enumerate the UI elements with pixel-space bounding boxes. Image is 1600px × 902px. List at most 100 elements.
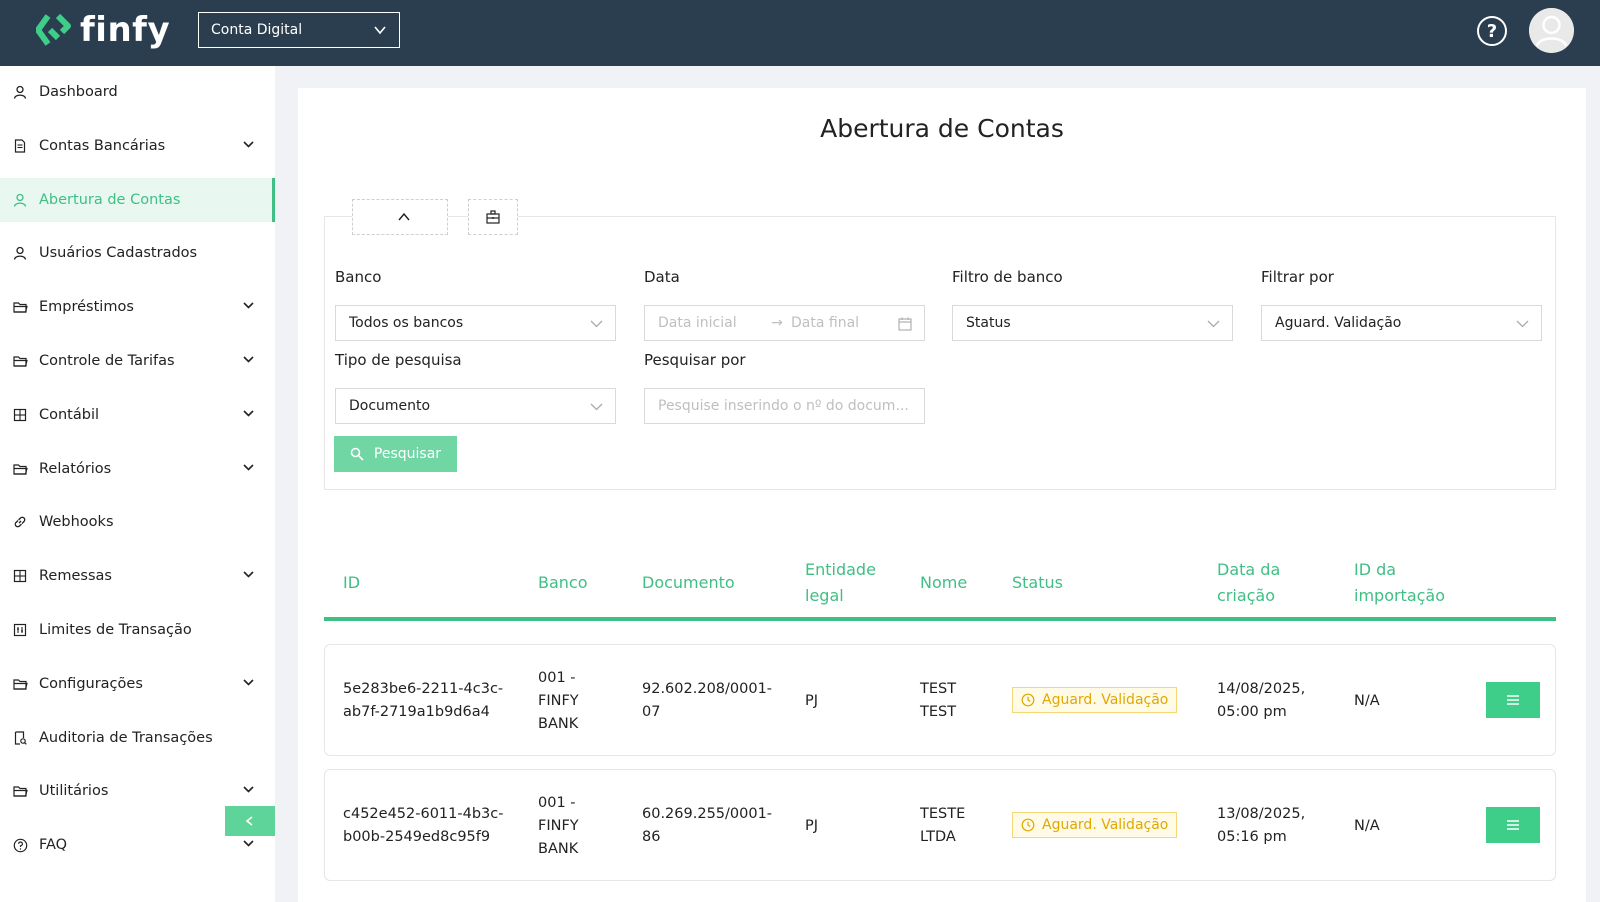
data-label: Data: [644, 268, 680, 286]
sidebar-item-controle-de-tarifas[interactable]: Controle de Tarifas: [0, 339, 275, 383]
cell-line: 5e283be6-2211-4c3c-: [343, 681, 504, 697]
filters-toggle-tab[interactable]: [352, 199, 448, 235]
table-row[interactable]: c452e452-6011-4b3c-b00b-2549ed8c95f9 001 …: [324, 769, 1556, 881]
header-line: ID da: [1354, 560, 1397, 579]
sidebar-item-contas-bancarias[interactable]: Contas Bancárias: [0, 124, 275, 168]
sidebar-item-relatorios[interactable]: Relatórios: [0, 447, 275, 491]
status-badge-label: Aguard. Validação: [1042, 692, 1169, 708]
sidebar-item-remessas[interactable]: Remessas: [0, 554, 275, 598]
column-header-status[interactable]: Status: [1012, 570, 1063, 596]
search-button[interactable]: Pesquisar: [334, 436, 457, 472]
column-header-nome[interactable]: Nome: [920, 570, 967, 596]
limit-icon: [12, 622, 28, 638]
sidebar-item-contabil[interactable]: Contábil: [0, 393, 275, 437]
header-line: Data da: [1217, 560, 1281, 579]
help-button[interactable]: ?: [1477, 16, 1507, 46]
chevron-down-icon[interactable]: [242, 837, 255, 854]
date-end-input[interactable]: Data final: [791, 315, 859, 331]
filter-settings-tab[interactable]: [468, 199, 518, 235]
sidebar-item-configuracoes[interactable]: Configurações: [0, 662, 275, 706]
cell-line: 13/08/2025,: [1217, 806, 1306, 822]
filter-panel: [324, 216, 1556, 490]
chevron-down-icon[interactable]: [242, 783, 255, 800]
banco-select-value: Todos os bancos: [349, 315, 464, 331]
chevron-down-icon[interactable]: [242, 299, 255, 316]
search-button-label: Pesquisar: [373, 446, 442, 462]
sidebar-item-label: Contas Bancárias: [39, 137, 166, 154]
tipo-pesquisa-label: Tipo de pesquisa: [335, 351, 462, 369]
folder-icon: [12, 299, 28, 315]
cell-line: 05:16 pm: [1217, 829, 1287, 845]
sidebar-item-label: Webhooks: [39, 514, 114, 531]
filtro-banco-select[interactable]: Status: [952, 305, 1233, 341]
top-header: finfy Conta Digital ?: [0, 0, 1600, 66]
folder-icon: [12, 783, 28, 799]
header-line: Entidade: [805, 560, 876, 579]
user-icon: [12, 84, 28, 100]
cell-entidade-legal: PJ: [805, 690, 818, 713]
row-actions-button[interactable]: [1486, 807, 1540, 843]
tipo-pesquisa-value: Documento: [349, 398, 431, 414]
sidebar-item-label: Empréstimos: [39, 299, 134, 316]
question-circle-icon: ?: [1486, 20, 1498, 42]
chevron-down-icon[interactable]: [242, 138, 255, 155]
calendar-icon: [898, 317, 912, 331]
banco-select[interactable]: Todos os bancos: [335, 305, 616, 341]
sidebar-item-emprestimos[interactable]: Empréstimos: [0, 285, 275, 329]
calculator-icon: [12, 407, 28, 423]
chevron-down-icon[interactable]: [242, 461, 255, 478]
cell-line: 07: [642, 704, 661, 720]
main-content: Abertura de Contas Banco Todos os bancos…: [298, 88, 1586, 902]
sidebar-item-label: Limites de Transação: [39, 622, 192, 638]
cell-id: c452e452-6011-4b3c-b00b-2549ed8c95f9: [343, 803, 503, 849]
sidebar-item-label: Utilitários: [39, 783, 109, 800]
document-search-input[interactable]: Pesquise inserindo o nº do docum...: [644, 388, 925, 424]
column-header-id[interactable]: ID: [343, 570, 360, 596]
tipo-pesquisa-select[interactable]: Documento: [335, 388, 616, 424]
column-header-documento[interactable]: Documento: [642, 570, 735, 596]
sidebar-item-abertura-de-contas[interactable]: Abertura de Contas: [0, 177, 275, 222]
clock-icon: [1021, 693, 1035, 707]
cell-line: TEST: [920, 704, 957, 720]
row-actions-button[interactable]: [1486, 682, 1540, 718]
column-header-entidade-legal[interactable]: Entidade legal: [805, 557, 876, 609]
chevron-down-icon: [1207, 320, 1220, 328]
header-line: importação: [1354, 586, 1446, 605]
chevron-down-icon[interactable]: [242, 676, 255, 693]
table-row[interactable]: 5e283be6-2211-4c3c-ab7f-2719a1b9d6a4 001 …: [324, 644, 1556, 756]
sidebar-item-webhooks[interactable]: Webhooks: [0, 500, 275, 544]
audit-icon: [12, 730, 28, 746]
finfy-logo-icon: [36, 13, 71, 46]
column-header-banco[interactable]: Banco: [538, 570, 588, 596]
sidebar-item-label: Controle de Tarifas: [39, 353, 175, 369]
chevron-down-icon[interactable]: [242, 407, 255, 424]
sidebar-item-usuarios-cadastrados[interactable]: Usuários Cadastrados: [0, 231, 275, 275]
cell-line: PJ: [805, 692, 819, 709]
filtrar-por-select[interactable]: Aguard. Validação: [1261, 305, 1542, 341]
chevron-down-icon[interactable]: [242, 568, 255, 585]
cell-banco: 001 - FINFY BANK: [538, 667, 579, 736]
sidebar-item-label: Usuários Cadastrados: [39, 245, 198, 262]
finfy-logo[interactable]: finfy: [36, 10, 170, 50]
account-type-select[interactable]: Conta Digital: [198, 12, 400, 48]
column-header-id-importacao[interactable]: ID da importação: [1354, 557, 1445, 609]
sidebar-item-dashboard[interactable]: Dashboard: [0, 70, 275, 114]
status-badge: Aguard. Validação: [1012, 687, 1178, 713]
sidebar-item-limites-de-transacao[interactable]: Limites de Transação: [0, 608, 275, 652]
sidebar-item-label: Remessas: [39, 568, 112, 585]
column-header-data-criacao[interactable]: Data da criação: [1217, 557, 1280, 609]
user-avatar-button[interactable]: [1529, 8, 1574, 53]
briefcase-icon: [486, 210, 500, 224]
cell-id: 5e283be6-2211-4c3c-ab7f-2719a1b9d6a4: [343, 678, 503, 724]
chevron-down-icon[interactable]: [242, 353, 255, 370]
cell-nome: TEST TEST: [920, 678, 956, 724]
date-range-picker[interactable]: Data inicial → Data final: [644, 305, 925, 341]
date-start-input[interactable]: Data inicial: [658, 315, 763, 331]
sidebar-item-auditoria-de-transacoes[interactable]: Auditoria de Transações: [0, 716, 275, 760]
clock-icon: [1021, 818, 1035, 832]
folder-icon: [12, 676, 28, 692]
chevron-up-icon: [398, 212, 410, 221]
sidebar-collapse-button[interactable]: [225, 806, 275, 836]
sidebar-item-label: Abertura de Contas: [39, 191, 181, 208]
cell-line: 001 -: [538, 669, 576, 686]
